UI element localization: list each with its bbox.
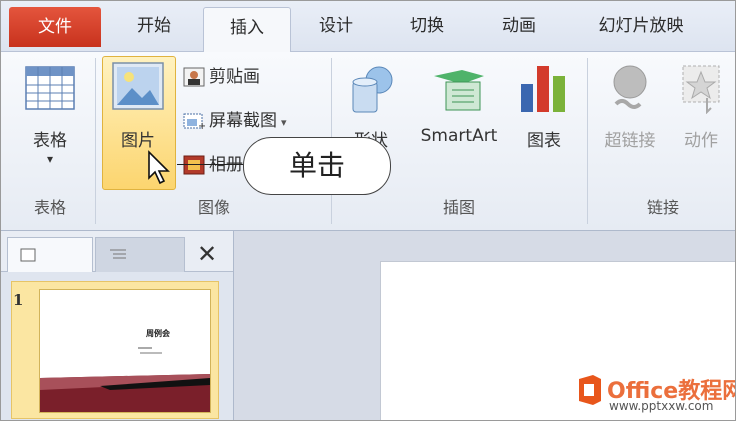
hyperlink-label: 超链接 xyxy=(604,131,656,151)
tab-slides[interactable] xyxy=(7,237,93,272)
tab-design[interactable]: 设计 xyxy=(295,9,377,43)
table-button[interactable]: 表格 ▾ xyxy=(11,56,89,188)
action-button[interactable]: 动作 xyxy=(669,56,733,188)
hyperlink-icon xyxy=(613,65,647,109)
screenshot-dropdown-icon: ▾ xyxy=(281,116,287,129)
powerpoint-window: 文件 开始 插入 设计 切换 动画 幻灯片放映 表格 ▾ 表格 图片 剪贴画 屏… xyxy=(0,0,736,421)
group-label-tables: 表格 xyxy=(33,198,66,217)
picture-label: 图片 xyxy=(121,131,155,151)
slide-thumbnail-art xyxy=(40,347,210,412)
chart-icon xyxy=(521,66,565,112)
svg-text:+: + xyxy=(198,121,205,131)
picture-icon xyxy=(112,62,164,110)
group-label-images: 图像 xyxy=(197,198,230,217)
watermark-url: www.pptxxw.com xyxy=(609,399,714,413)
clipart-icon xyxy=(183,67,205,87)
mouse-cursor-icon xyxy=(148,150,170,185)
callout-leader-line xyxy=(177,164,245,165)
clipart-button[interactable]: 剪贴画 xyxy=(183,64,260,90)
chart-button[interactable]: 图表 xyxy=(513,56,575,188)
screenshot-icon: + xyxy=(183,111,206,132)
table-icon xyxy=(25,66,75,110)
tab-home[interactable]: 开始 xyxy=(109,9,199,43)
photo-album-icon xyxy=(183,155,205,175)
action-icon xyxy=(682,65,720,114)
tab-slideshow[interactable]: 幻灯片放映 xyxy=(571,9,711,43)
hyperlink-button[interactable]: 超链接 xyxy=(595,56,665,188)
close-icon[interactable]: ✕ xyxy=(187,237,227,271)
slide-number: 1 xyxy=(13,291,24,309)
shapes-icon xyxy=(352,66,393,113)
group-divider xyxy=(587,58,588,224)
smartart-label: SmartArt xyxy=(420,126,498,146)
ribbon-tab-bar: 文件 开始 插入 设计 切换 动画 幻灯片放映 xyxy=(1,1,735,53)
smartart-button[interactable]: SmartArt xyxy=(411,56,507,188)
tab-file[interactable]: 文件 xyxy=(9,7,101,47)
smartart-icon xyxy=(434,70,484,111)
group-label-links: 链接 xyxy=(646,198,679,217)
table-label: 表格 xyxy=(33,131,67,151)
chart-label: 图表 xyxy=(527,131,561,151)
clipart-label: 剪贴画 xyxy=(209,67,260,87)
slides-icon xyxy=(20,248,36,262)
tab-insert[interactable]: 插入 xyxy=(203,7,291,53)
callout-label: 单击 xyxy=(243,137,391,195)
group-divider xyxy=(95,58,96,224)
panel-tabs: ✕ xyxy=(1,231,233,272)
photo-album-button[interactable]: 相册 xyxy=(183,152,243,178)
tab-transitions[interactable]: 切换 xyxy=(385,9,469,43)
tab-animations[interactable]: 动画 xyxy=(477,9,561,43)
table-dropdown-icon: ▾ xyxy=(46,152,54,166)
screenshot-button[interactable]: + 屏幕截图 ▾ xyxy=(183,108,287,134)
photo-album-label: 相册 xyxy=(209,155,243,175)
screenshot-label: 屏幕截图 xyxy=(209,111,277,131)
tab-outline[interactable] xyxy=(95,237,185,272)
action-label: 动作 xyxy=(684,131,718,151)
slides-panel: ✕ 1 周例会 xyxy=(1,231,234,420)
group-label-illustrations: 插图 xyxy=(442,198,475,217)
outline-icon xyxy=(110,249,126,259)
watermark-logo-icon xyxy=(579,375,601,405)
slide-thumbnail[interactable]: 周例会 xyxy=(39,289,211,413)
